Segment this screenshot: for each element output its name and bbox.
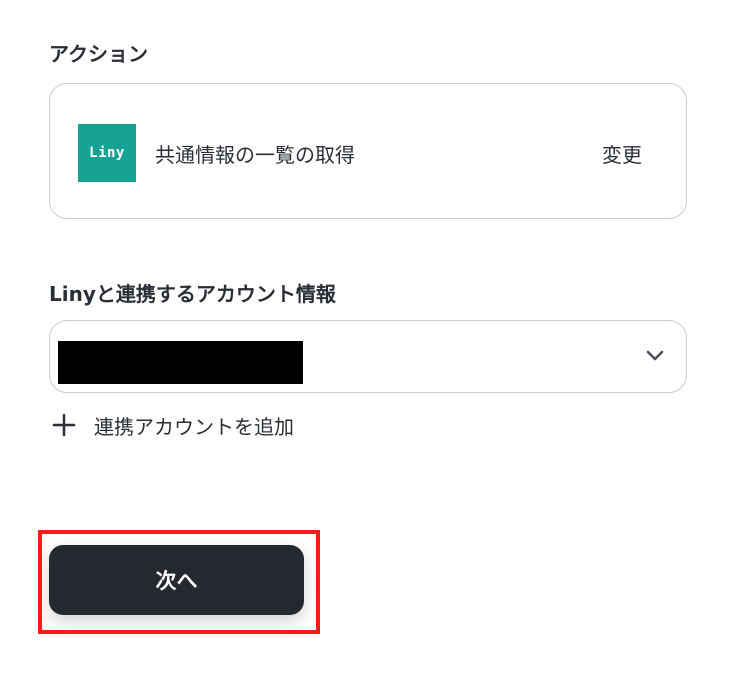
action-name: 共通情報の一覧の取得	[155, 143, 355, 167]
action-section-label: アクション	[49, 42, 148, 66]
add-account-link[interactable]: 連携アカウントを追加	[52, 408, 294, 442]
plus-icon	[52, 413, 76, 437]
change-button[interactable]: 変更	[602, 139, 642, 168]
add-account-label: 連携アカウントを追加	[94, 414, 294, 439]
account-section-label: Linyと連携するアカウント情報	[49, 282, 336, 306]
redacted-account-value	[58, 341, 303, 384]
next-button[interactable]: 次へ	[49, 545, 304, 615]
liny-logo: Liny	[78, 124, 136, 182]
chevron-down-icon	[646, 350, 664, 361]
action-card: Liny 共通情報の一覧の取得 変更	[49, 83, 687, 219]
liny-logo-text: Liny	[89, 145, 125, 161]
account-select[interactable]	[49, 320, 687, 393]
